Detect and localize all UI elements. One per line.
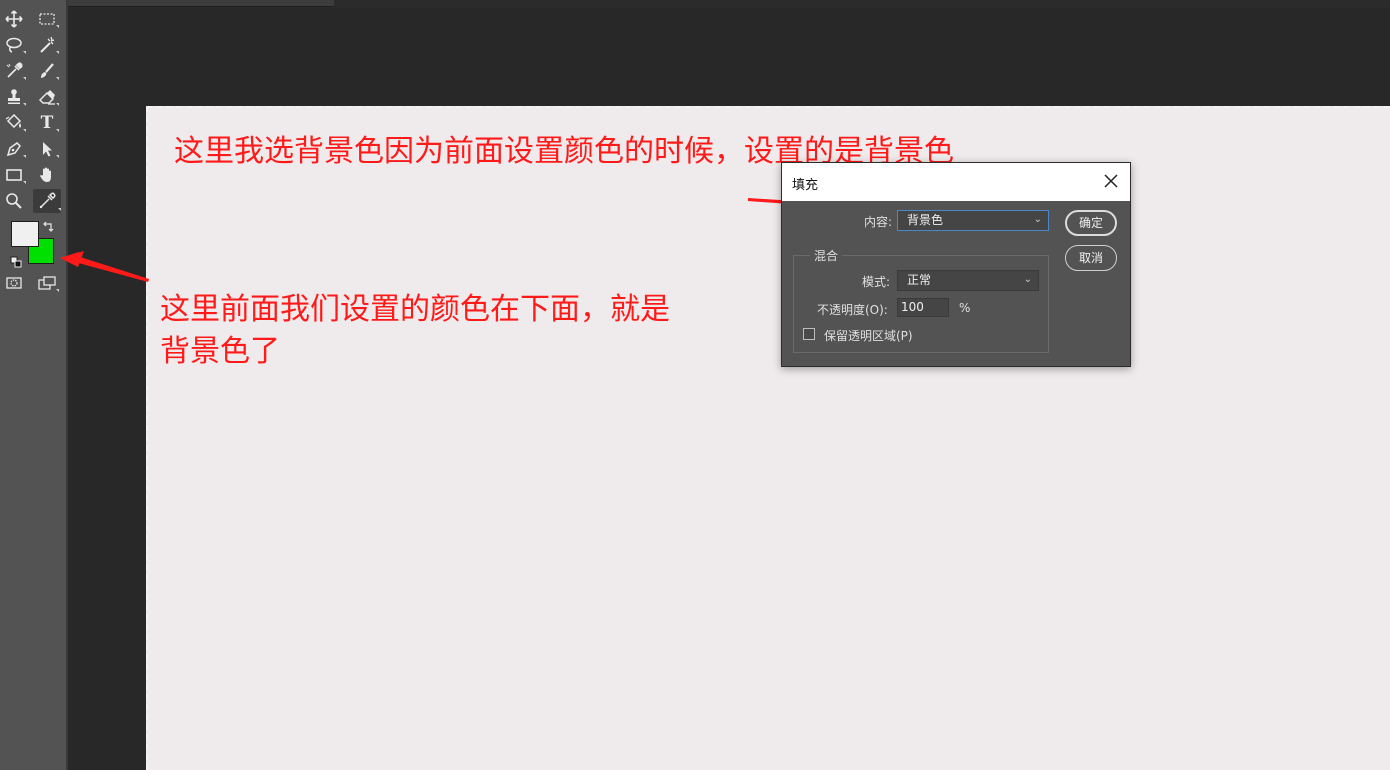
dialog-title: 填充 — [792, 178, 819, 193]
mode-select-value: 正常 — [907, 273, 932, 287]
mode-select[interactable]: 正常 ⌄ — [897, 270, 1039, 291]
hand-icon[interactable] — [35, 164, 59, 186]
magic-wand-icon[interactable] — [35, 34, 59, 56]
foreground-color-swatch[interactable] — [11, 221, 39, 247]
quick-mask-icon[interactable] — [2, 272, 26, 294]
content-label: 内容: — [864, 215, 893, 229]
document-canvas[interactable]: 这里我选背景色因为前面设置颜色的时候，设置的是背景色 这里前面我们设置的颜色在下… — [146, 106, 1390, 770]
fill-dialog: 填充 内容: 背景色 ⌄ 混合 模式: 正常 ⌄ 不透明度(O): 100 % … — [781, 162, 1131, 367]
document-tab-area[interactable] — [68, 0, 334, 7]
paint-bucket-icon[interactable] — [2, 112, 26, 134]
opacity-input[interactable]: 100 — [897, 298, 949, 317]
mode-label: 模式: — [862, 275, 891, 289]
cancel-button[interactable]: 取消 — [1065, 245, 1117, 271]
screen-mode-icon[interactable] — [35, 272, 59, 294]
ok-button[interactable]: 确定 — [1065, 210, 1117, 236]
arrow-to-background-swatch — [60, 252, 149, 282]
tools-panel: T — [0, 0, 68, 770]
content-select-value: 背景色 — [907, 213, 944, 227]
swap-colors-icon[interactable] — [42, 218, 54, 232]
eraser-icon[interactable] — [35, 86, 59, 108]
color-sampler-icon[interactable] — [33, 189, 61, 213]
chevron-down-icon: ⌄ — [1023, 274, 1032, 285]
annotation-left-line1: 这里前面我们设置的颜色在下面，就是 — [160, 292, 670, 327]
annotation-left-line2: 背景色了 — [160, 334, 280, 369]
pen-icon[interactable] — [2, 138, 26, 160]
zoom-icon[interactable] — [2, 190, 26, 212]
stamp-icon[interactable] — [2, 86, 26, 108]
preserve-transparency-label[interactable]: 保留透明区域(P) — [824, 327, 913, 344]
top-panel-strip — [68, 0, 1390, 8]
default-colors-icon[interactable] — [10, 253, 22, 268]
eyedropper-icon[interactable] — [2, 60, 26, 82]
close-icon[interactable] — [1102, 172, 1120, 190]
lasso-icon[interactable] — [2, 34, 26, 56]
content-select[interactable]: 背景色 ⌄ — [897, 210, 1049, 231]
blending-group-label: 混合 — [810, 247, 843, 264]
preserve-transparency-checkbox[interactable] — [803, 328, 815, 340]
rectangle-icon[interactable] — [2, 164, 26, 186]
brush-icon[interactable] — [35, 60, 59, 82]
rect-marquee-icon[interactable] — [35, 8, 59, 30]
arrow-icon[interactable] — [35, 138, 59, 160]
dialog-titlebar: 填充 — [782, 163, 1130, 201]
opacity-unit: % — [959, 301, 971, 315]
move-icon[interactable] — [2, 8, 26, 30]
type-icon[interactable]: T — [35, 112, 59, 134]
chevron-down-icon: ⌄ — [1033, 214, 1042, 225]
type-glyph: T — [40, 113, 54, 133]
opacity-label: 不透明度(O): — [817, 303, 888, 317]
